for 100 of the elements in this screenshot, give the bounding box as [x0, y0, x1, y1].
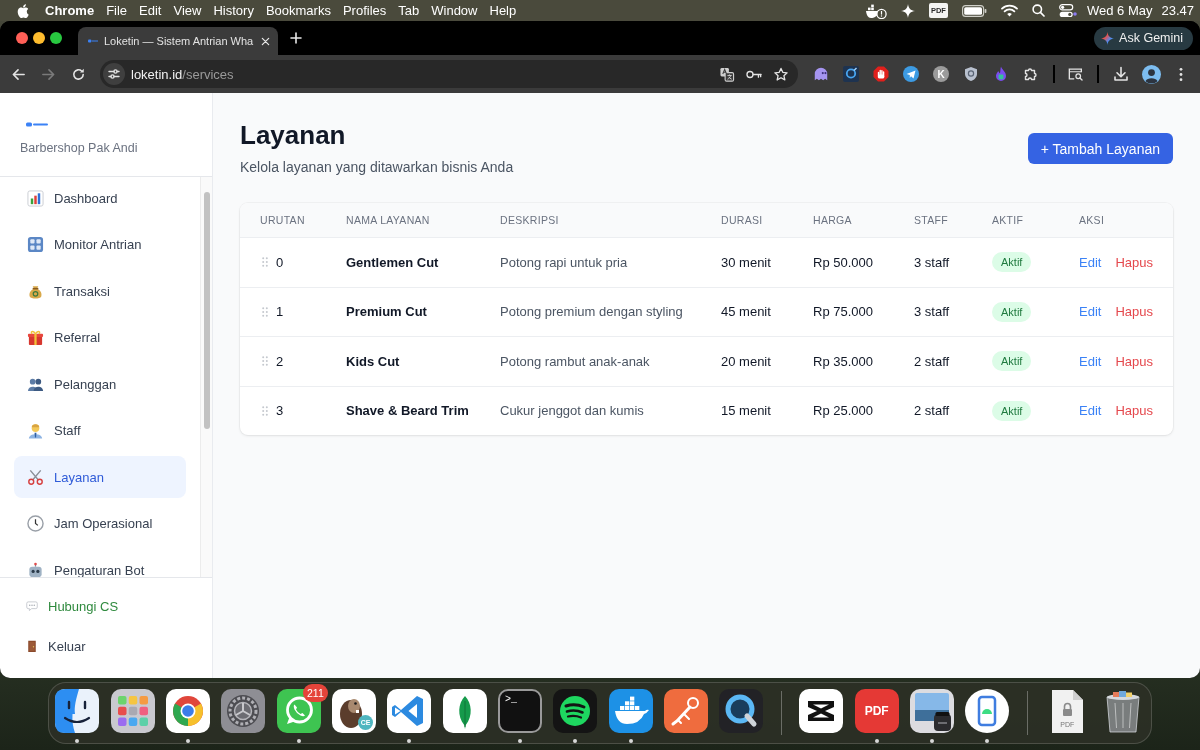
photo-viewer-app-icon[interactable]: [909, 689, 954, 733]
window-close-button[interactable]: [16, 32, 28, 44]
nav-item[interactable]: Referral: [14, 316, 186, 359]
nav-item[interactable]: Dashboard: [14, 177, 186, 219]
service-name: Gentlemen Cut: [346, 254, 439, 270]
edit-link[interactable]: Edit: [1079, 403, 1102, 419]
menu-item[interactable]: Window: [431, 3, 478, 18]
browser-tab[interactable]: Loketin — Sistem Antrian Wha: [78, 27, 278, 55]
nav-item[interactable]: Pengaturan Bot: [14, 549, 186, 577]
magnifier-app-icon[interactable]: [719, 689, 764, 733]
delete-link[interactable]: Hapus: [1115, 304, 1153, 320]
contact-support-link[interactable]: Hubungi CS: [0, 586, 212, 626]
pdf-app-icon[interactable]: PDF: [854, 689, 899, 733]
service-description: Potong rambut anak-anak: [500, 353, 650, 369]
drag-handle-icon[interactable]: [262, 306, 268, 317]
window-zoom-button[interactable]: [50, 32, 62, 44]
shield-icon[interactable]: [963, 66, 979, 82]
logout-link[interactable]: Keluar: [0, 626, 212, 666]
menu-item[interactable]: History: [213, 3, 254, 18]
app-grid-icon[interactable]: [110, 689, 155, 733]
ring-icon[interactable]: [843, 66, 859, 82]
tab-search-icon[interactable]: [1068, 66, 1084, 82]
menu-item[interactable]: Help: [489, 3, 517, 18]
profile-avatar-icon[interactable]: [1141, 64, 1161, 84]
drag-handle-icon[interactable]: [262, 356, 268, 367]
nav-item[interactable]: Transaksi: [14, 270, 186, 312]
nav-item[interactable]: Pelanggan: [14, 363, 186, 405]
column-header: AKSI: [1079, 214, 1106, 226]
service-name: Premium Cut: [346, 304, 427, 320]
code-editor-app-icon[interactable]: [387, 689, 432, 733]
site-settings-icon[interactable]: [103, 63, 125, 85]
download-icon[interactable]: [1113, 66, 1129, 82]
date-text[interactable]: Wed 6 May: [1086, 3, 1153, 18]
control-center-icon[interactable]: [1058, 3, 1077, 18]
translate-icon[interactable]: [718, 66, 735, 82]
smiling-face-app-icon[interactable]: [55, 689, 100, 733]
ghost-icon[interactable]: [813, 66, 829, 82]
nav-item[interactable]: Jam Operasional: [14, 502, 186, 545]
menu-item[interactable]: Profiles: [342, 3, 387, 18]
puzzle-icon[interactable]: [1023, 66, 1039, 82]
delete-link[interactable]: Hapus: [1115, 353, 1153, 369]
bar-chart-icon: [27, 189, 44, 207]
column-header: URUTAN: [260, 214, 306, 226]
sparkle-icon: [1101, 31, 1115, 45]
battery-icon[interactable]: [961, 4, 987, 17]
window-minimize-button[interactable]: [33, 32, 45, 44]
nav-item[interactable]: Monitor Antrian: [14, 223, 186, 266]
sound-waves-app-icon[interactable]: [553, 689, 598, 733]
wifi-icon[interactable]: [1000, 4, 1018, 17]
star-icon[interactable]: [772, 66, 789, 82]
door-icon: [26, 640, 38, 652]
plus-icon[interactable]: [290, 32, 302, 44]
menu-item[interactable]: File: [106, 3, 128, 18]
key-app-icon[interactable]: [664, 689, 709, 733]
scrollbar-thumb[interactable]: [203, 192, 210, 429]
add-service-button[interactable]: + Tambah Layanan: [1027, 133, 1173, 164]
drag-handle-icon[interactable]: [262, 405, 268, 416]
bowtie-app-icon[interactable]: [799, 689, 844, 733]
menu-item[interactable]: Bookmarks: [265, 3, 331, 18]
phone-app-icon[interactable]: [965, 689, 1010, 733]
forward-arrow-icon[interactable]: [40, 66, 56, 82]
more-menu-icon[interactable]: [1179, 66, 1183, 82]
staff-count: 2 staff: [914, 403, 950, 419]
delete-link[interactable]: Hapus: [1115, 403, 1153, 419]
back-arrow-icon[interactable]: [10, 66, 26, 82]
menu-item[interactable]: Tab: [398, 3, 420, 18]
sparkle-icon[interactable]: [900, 3, 915, 18]
column-header: DURASI: [721, 214, 764, 226]
close-icon[interactable]: [261, 36, 270, 46]
drag-handle-icon[interactable]: [262, 257, 268, 268]
browser-app-icon[interactable]: [166, 689, 211, 733]
column-header: HARGA: [813, 214, 853, 226]
staff-count: 3 staff: [914, 254, 950, 270]
edit-link[interactable]: Edit: [1079, 353, 1102, 369]
service-description: Cukur jenggot dan kumis: [500, 403, 644, 419]
address-bar[interactable]: loketin.id/services: [100, 60, 798, 88]
edit-link[interactable]: Edit: [1079, 254, 1102, 270]
nav-item[interactable]: Layanan: [14, 456, 186, 498]
gear-app-icon[interactable]: [221, 689, 266, 733]
menu-item[interactable]: Edit: [139, 3, 162, 18]
nav-item[interactable]: Staff: [14, 409, 186, 452]
flame-icon[interactable]: [993, 66, 1009, 82]
whale-app-icon[interactable]: [608, 689, 653, 733]
reload-icon[interactable]: [70, 66, 86, 82]
app-menu[interactable]: Chrome: [45, 3, 95, 18]
search-icon[interactable]: [1031, 4, 1045, 17]
person-icon: [27, 422, 44, 439]
paper-plane-icon[interactable]: [903, 66, 919, 82]
stop-hand-icon[interactable]: [873, 66, 889, 82]
edit-link[interactable]: Edit: [1079, 304, 1102, 320]
service-description: Potong rapi untuk pria: [500, 254, 628, 270]
terminal-app-icon[interactable]: >_: [498, 689, 543, 733]
whale-alert-icon[interactable]: [864, 2, 887, 19]
apple-logo-icon[interactable]: [17, 3, 29, 18]
time-text[interactable]: 23.47: [1161, 3, 1194, 18]
delete-link[interactable]: Hapus: [1115, 254, 1153, 270]
ask-gemini-button[interactable]: Ask Gemini: [1094, 26, 1193, 50]
menu-item[interactable]: View: [173, 3, 202, 18]
leaf-app-icon[interactable]: [442, 689, 487, 733]
order-number: 1: [276, 304, 284, 320]
